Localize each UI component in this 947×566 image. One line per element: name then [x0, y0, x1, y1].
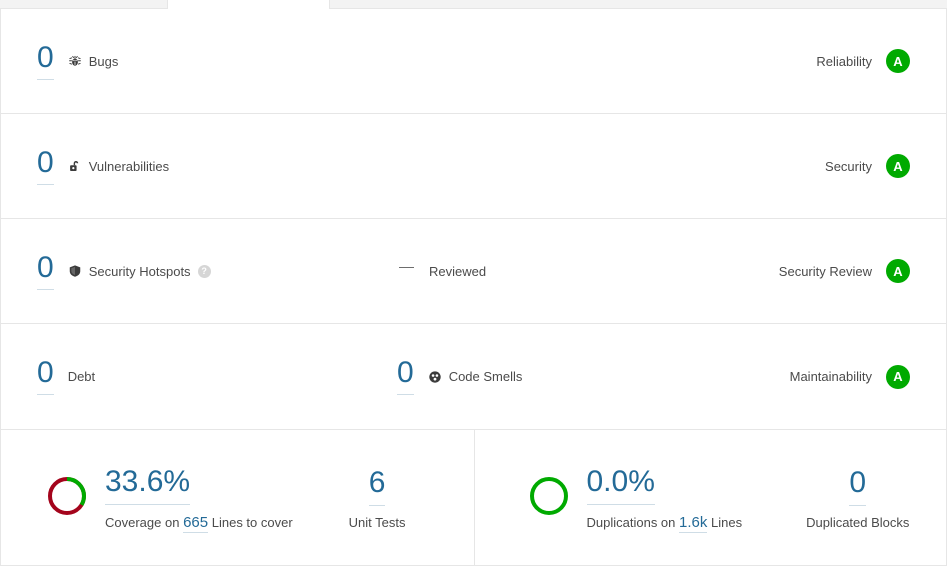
security-review-rating-cell: Security Review A — [767, 259, 910, 283]
measure-row-reliability: 0 Bugs Reliability A — [1, 9, 946, 114]
vulnerabilities-measure: 0 Vulnerabilities — [37, 147, 397, 185]
debt-value[interactable]: 0 — [37, 358, 54, 395]
duplications-percent[interactable]: 0.0% — [586, 465, 656, 505]
vulnerabilities-value[interactable]: 0 — [37, 147, 54, 185]
vulnerabilities-label-group: Vulnerabilities — [68, 159, 169, 174]
coverage-duplications-panel: 33.6% Coverage on 665 Lines to cover 6 U… — [0, 430, 947, 566]
unit-tests-label: Unit Tests — [348, 514, 406, 530]
debt-label-group: Debt — [68, 369, 95, 384]
code-smell-icon — [428, 370, 442, 384]
security-rating-cell: Security A — [767, 154, 910, 178]
duplications-caption-suffix: Lines — [711, 514, 743, 530]
duplications-donut-group: 0.0% Duplications on 1.6k Lines — [527, 465, 743, 533]
tab-inactive-right[interactable] — [330, 0, 947, 9]
measure-row-security: 0 Vulnerabilities Security A — [1, 114, 946, 219]
code-smells-measure: 0 Code Smells — [397, 358, 767, 395]
measures-page: 0 Bugs Reliability A 0 Vulnerabilities S… — [0, 0, 947, 566]
security-review-rating-badge[interactable]: A — [886, 259, 910, 283]
duplicated-blocks-measure: 0 Duplicated Blocks — [806, 466, 909, 530]
coverage-donut-group: 33.6% Coverage on 665 Lines to cover — [45, 465, 293, 533]
duplicated-blocks-label: Duplicated Blocks — [806, 514, 910, 530]
tab-strip — [0, 0, 947, 9]
coverage-percent[interactable]: 33.6% — [105, 465, 191, 505]
bugs-label-group: Bugs — [68, 54, 119, 69]
coverage-caption-prefix: Coverage on — [105, 514, 180, 530]
security-hotspots-value[interactable]: 0 — [37, 252, 54, 290]
duplications-donut-icon — [527, 474, 571, 521]
reviewed-value — [397, 253, 415, 290]
measure-row-security-review: 0 Security Hotspots ? Reviewed Security … — [1, 219, 946, 324]
vulnerabilities-label[interactable]: Vulnerabilities — [89, 159, 169, 174]
code-smells-value[interactable]: 0 — [397, 358, 414, 395]
tab-inactive-left[interactable] — [0, 0, 167, 9]
overall-measures-panel: 0 Bugs Reliability A 0 Vulnerabilities S… — [0, 9, 947, 430]
reliability-rating-badge[interactable]: A — [886, 49, 910, 73]
duplications-value-block: 0.0% Duplications on 1.6k Lines — [586, 465, 743, 533]
tab-active[interactable] — [167, 0, 330, 9]
bugs-measure: 0 Bugs — [37, 42, 397, 80]
bugs-label[interactable]: Bugs — [89, 54, 119, 69]
measure-row-maintainability: 0 Debt 0 Code Smells Maintainability A — [1, 324, 946, 429]
code-smells-label[interactable]: Code Smells — [449, 369, 523, 384]
maintainability-rating-label: Maintainability — [789, 369, 872, 384]
maintainability-rating-cell: Maintainability A — [767, 364, 910, 389]
security-rating-badge[interactable]: A — [886, 154, 910, 178]
unit-tests-measure: 6 Unit Tests — [349, 466, 406, 530]
reliability-rating-label: Reliability — [816, 53, 872, 69]
shield-icon — [68, 264, 82, 278]
coverage-donut-icon — [45, 474, 89, 521]
open-lock-icon — [68, 159, 82, 173]
reviewed-label: Reviewed — [429, 263, 487, 279]
duplications-caption: Duplications on 1.6k Lines — [586, 513, 743, 533]
security-hotspots-label-group: Security Hotspots ? — [68, 264, 211, 279]
help-icon[interactable]: ? — [197, 264, 211, 278]
lines-to-cover-value[interactable]: 665 — [183, 513, 209, 533]
security-rating-label: Security — [825, 158, 872, 174]
code-smells-label-group: Code Smells — [428, 369, 523, 384]
coverage-caption: Coverage on 665 Lines to cover — [105, 513, 293, 533]
maintainability-rating-badge[interactable]: A — [886, 364, 910, 389]
unit-tests-value[interactable]: 6 — [368, 466, 385, 506]
reviewed-label-group: Reviewed — [429, 264, 486, 279]
bugs-value[interactable]: 0 — [37, 42, 54, 80]
security-review-rating-label: Security Review — [778, 263, 872, 279]
coverage-value-block: 33.6% Coverage on 665 Lines to cover — [105, 465, 293, 533]
duplications-caption-prefix: Duplications on — [586, 514, 676, 530]
coverage-caption-suffix: Lines to cover — [211, 514, 293, 530]
bug-icon — [68, 54, 82, 68]
security-hotspots-measure: 0 Security Hotspots ? — [37, 252, 397, 290]
duplications-section: 0.0% Duplications on 1.6k Lines 0 Duplic… — [473, 430, 947, 565]
security-hotspots-label[interactable]: Security Hotspots — [89, 264, 191, 279]
debt-measure: 0 Debt — [37, 358, 397, 395]
coverage-section: 33.6% Coverage on 665 Lines to cover 6 U… — [1, 430, 474, 565]
debt-label[interactable]: Debt — [68, 369, 95, 384]
duplicated-blocks-value[interactable]: 0 — [849, 466, 866, 506]
duplications-lines-value[interactable]: 1.6k — [679, 513, 708, 533]
reviewed-measure: Reviewed — [397, 253, 767, 290]
reliability-rating-cell: Reliability A — [767, 49, 910, 73]
